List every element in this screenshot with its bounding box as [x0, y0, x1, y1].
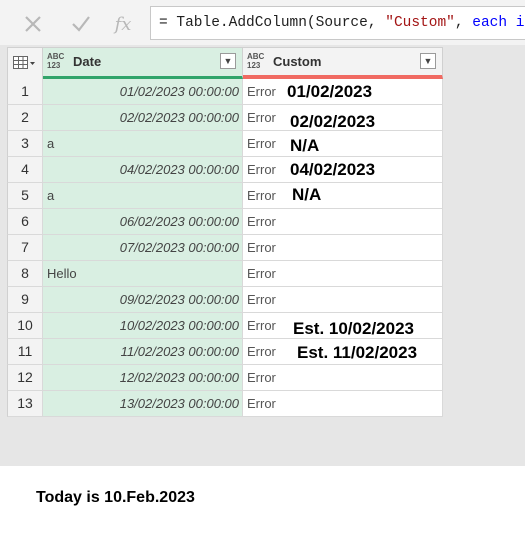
- type-123: 123: [247, 60, 261, 70]
- error-link[interactable]: Error: [247, 365, 276, 390]
- row-number[interactable]: 11: [7, 339, 43, 365]
- error-link[interactable]: Error: [247, 261, 276, 286]
- row-number[interactable]: 8: [7, 261, 43, 287]
- date-cell[interactable]: 11/02/2023 00:00:00: [43, 339, 243, 365]
- date-cell[interactable]: 07/02/2023 00:00:00: [43, 235, 243, 261]
- annotation-expected-value: Est. 11/02/2023: [297, 343, 418, 362]
- check-icon: [72, 16, 90, 32]
- formula-keyword-if: if: [515, 15, 525, 31]
- row-number[interactable]: 5: [7, 183, 43, 209]
- error-link[interactable]: Error: [247, 183, 276, 208]
- table-row: 5 a Error: [7, 183, 443, 209]
- row-number[interactable]: 7: [7, 235, 43, 261]
- date-cell[interactable]: 12/02/2023 00:00:00: [43, 365, 243, 391]
- table-row: 7 07/02/2023 00:00:00 Error: [7, 235, 443, 261]
- column-label: Custom: [273, 54, 322, 69]
- table-row: 1 01/02/2023 00:00:00 Error: [7, 79, 443, 105]
- cancel-formula-button[interactable]: [14, 6, 52, 42]
- annotation-expected-value: 01/02/2023: [287, 82, 373, 101]
- error-link[interactable]: Error: [247, 287, 276, 312]
- date-cell[interactable]: 06/02/2023 00:00:00: [43, 209, 243, 235]
- row-number[interactable]: 4: [7, 157, 43, 183]
- formula-input[interactable]: = Table.AddColumn(Source, "Custom", each…: [150, 6, 525, 40]
- formula-keyword-each: each: [472, 15, 508, 31]
- close-icon: [25, 16, 41, 32]
- formula-bar: fx = Table.AddColumn(Source, "Custom", e…: [0, 0, 525, 45]
- error-link[interactable]: Error: [247, 131, 276, 156]
- row-number[interactable]: 6: [7, 209, 43, 235]
- table-row: 2 02/02/2023 00:00:00 Error: [7, 105, 443, 131]
- table-row: 6 06/02/2023 00:00:00 Error: [7, 209, 443, 235]
- column-header-custom[interactable]: ABC 123 Custom ▼: [243, 47, 443, 79]
- annotation-expected-value: N/A: [290, 136, 320, 155]
- type-123: 123: [47, 60, 61, 70]
- date-cell[interactable]: 13/02/2023 00:00:00: [43, 391, 243, 417]
- any-type-icon[interactable]: ABC 123: [47, 52, 64, 70]
- error-link[interactable]: Error: [247, 105, 276, 130]
- row-number[interactable]: 10: [7, 313, 43, 339]
- row-number[interactable]: 2: [7, 105, 43, 131]
- table-row: 8 Hello Error: [7, 261, 443, 287]
- row-number[interactable]: 12: [7, 365, 43, 391]
- table-menu-button[interactable]: [7, 47, 43, 79]
- annotation-expected-value: Est. 10/02/2023: [293, 319, 414, 338]
- date-cell[interactable]: 10/02/2023 00:00:00: [43, 313, 243, 339]
- custom-cell[interactable]: Error: [243, 131, 443, 157]
- date-cell[interactable]: a: [43, 131, 243, 157]
- date-cell[interactable]: 01/02/2023 00:00:00: [43, 79, 243, 105]
- annotation-expected-value: 02/02/2023: [290, 112, 376, 131]
- date-cell[interactable]: Hello: [43, 261, 243, 287]
- custom-cell[interactable]: Error: [243, 391, 443, 417]
- custom-cell[interactable]: Error: [243, 365, 443, 391]
- error-link[interactable]: Error: [247, 79, 276, 104]
- chevron-down-icon: ▼: [223, 56, 233, 66]
- table-row: 9 09/02/2023 00:00:00 Error: [7, 287, 443, 313]
- table-icon: [13, 56, 35, 69]
- error-link[interactable]: Error: [247, 235, 276, 260]
- insert-function-button[interactable]: fx: [104, 6, 142, 42]
- error-link[interactable]: Error: [247, 209, 276, 234]
- column-header-date[interactable]: ABC 123 Date ▼: [43, 47, 243, 79]
- error-link[interactable]: Error: [247, 313, 276, 338]
- column-label: Date: [73, 54, 102, 69]
- annotation-expected-value: 04/02/2023: [290, 160, 376, 179]
- table-row: 12 12/02/2023 00:00:00 Error: [7, 365, 443, 391]
- formula-text: = Table.AddColumn(Source,: [159, 15, 386, 31]
- formula-sep: ,: [454, 15, 473, 31]
- error-link[interactable]: Error: [247, 157, 276, 182]
- function-icon: fx: [114, 13, 132, 35]
- date-cell[interactable]: 04/02/2023 00:00:00: [43, 157, 243, 183]
- formula-sep2: [507, 15, 516, 31]
- custom-cell[interactable]: Error: [243, 209, 443, 235]
- custom-cell[interactable]: Error: [243, 261, 443, 287]
- table-row: 13 13/02/2023 00:00:00 Error: [7, 391, 443, 417]
- annotation-expected-value: N/A: [292, 185, 322, 204]
- today-note: Today is 10.Feb.2023: [36, 489, 195, 506]
- table-row: 3 a Error: [7, 131, 443, 157]
- date-cell[interactable]: a: [43, 183, 243, 209]
- any-type-icon[interactable]: ABC 123: [247, 52, 264, 70]
- formula-string: "Custom": [385, 15, 455, 31]
- filter-dropdown-button[interactable]: ▼: [420, 53, 436, 69]
- error-link[interactable]: Error: [247, 339, 276, 364]
- custom-cell[interactable]: Error: [243, 235, 443, 261]
- filter-dropdown-button[interactable]: ▼: [220, 53, 236, 69]
- error-link[interactable]: Error: [247, 391, 276, 416]
- row-number[interactable]: 3: [7, 131, 43, 157]
- custom-cell[interactable]: Error: [243, 287, 443, 313]
- table-row: 4 04/02/2023 00:00:00 Error: [7, 157, 443, 183]
- row-number[interactable]: 1: [7, 79, 43, 105]
- date-cell[interactable]: 02/02/2023 00:00:00: [43, 105, 243, 131]
- date-cell[interactable]: 09/02/2023 00:00:00: [43, 287, 243, 313]
- custom-cell[interactable]: Error: [243, 183, 443, 209]
- chevron-down-icon: ▼: [423, 56, 433, 66]
- row-number[interactable]: 9: [7, 287, 43, 313]
- confirm-formula-button[interactable]: [62, 6, 100, 42]
- row-number[interactable]: 13: [7, 391, 43, 417]
